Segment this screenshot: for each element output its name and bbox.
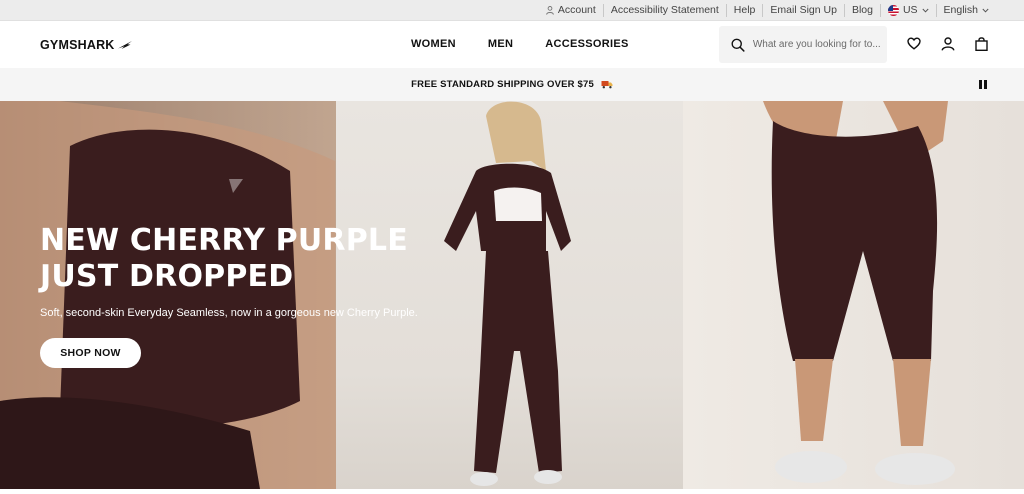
- hero-image-right: [683, 101, 1024, 489]
- accessibility-label: Accessibility Statement: [610, 4, 719, 16]
- person-icon: [546, 6, 554, 15]
- utility-bar: Account Accessibility Statement Help Ema…: [0, 0, 1024, 21]
- blog-label: Blog: [851, 4, 873, 16]
- chevron-down-icon: [921, 8, 929, 13]
- main-nav: WOMEN MEN ACCESSORIES: [411, 38, 661, 50]
- pause-icon-bar: [984, 80, 987, 89]
- language-label: English: [943, 4, 978, 16]
- email-signup-label: Email Sign Up: [770, 4, 837, 16]
- nav-accessories[interactable]: ACCESSORIES: [545, 38, 628, 50]
- hero-subtitle: Soft, second-skin Everyday Seamless, now…: [40, 307, 418, 319]
- account-label: Account: [557, 4, 596, 16]
- logo[interactable]: GYMSHARK: [40, 38, 133, 52]
- hero-headline: NEW CHERRY PURPLE JUST DROPPED: [40, 223, 408, 295]
- hero-image-middle: [336, 101, 683, 489]
- chevron-down-icon: [982, 8, 989, 13]
- logo-wordmark: GYMSHARK: [40, 38, 115, 52]
- region-label: US: [902, 4, 918, 16]
- hero-image-left: [0, 101, 336, 489]
- hero-headline-line2: JUST DROPPED: [40, 259, 294, 294]
- search-input[interactable]: [752, 39, 887, 50]
- utility-links: Account Accessibility Statement Help Ema…: [539, 0, 996, 21]
- email-signup-link[interactable]: Email Sign Up: [762, 4, 844, 17]
- model-crop-top-image: [0, 101, 336, 489]
- help-label: Help: [733, 4, 756, 16]
- promo-text: FREE STANDARD SHIPPING OVER $75: [411, 79, 595, 90]
- hero-banner[interactable]: NEW CHERRY PURPLE JUST DROPPED Soft, sec…: [0, 101, 1024, 489]
- help-link[interactable]: Help: [725, 4, 763, 17]
- nav-women[interactable]: WOMEN: [411, 38, 456, 50]
- model-full-outfit-image: [444, 101, 571, 486]
- account-link[interactable]: Account: [539, 4, 603, 17]
- language-selector[interactable]: English: [935, 4, 996, 17]
- truck-icon: [601, 80, 613, 89]
- us-flag-icon: [887, 5, 899, 16]
- search-icon: [731, 38, 745, 52]
- pause-icon-bar: [979, 80, 982, 89]
- nav-men[interactable]: MEN: [488, 38, 513, 50]
- shark-logo-icon: [117, 41, 132, 49]
- shop-now-button[interactable]: SHOP NOW: [40, 338, 141, 368]
- model-leggings-image: [763, 101, 955, 485]
- promo-bar: FREE STANDARD SHIPPING OVER $75: [0, 68, 1024, 101]
- blog-link[interactable]: Blog: [843, 4, 880, 17]
- pause-button[interactable]: [979, 80, 987, 89]
- main-header: GYMSHARK WOMEN MEN ACCESSORIES: [0, 22, 1024, 68]
- user-icon[interactable]: [941, 37, 955, 51]
- heart-icon[interactable]: [907, 37, 921, 50]
- bag-icon[interactable]: [975, 37, 988, 51]
- region-selector[interactable]: US: [879, 4, 936, 17]
- search-box[interactable]: [719, 26, 887, 63]
- hero-headline-line1: NEW CHERRY PURPLE: [40, 223, 408, 258]
- promo-message: FREE STANDARD SHIPPING OVER $75: [0, 79, 1024, 90]
- accessibility-link[interactable]: Accessibility Statement: [602, 4, 726, 17]
